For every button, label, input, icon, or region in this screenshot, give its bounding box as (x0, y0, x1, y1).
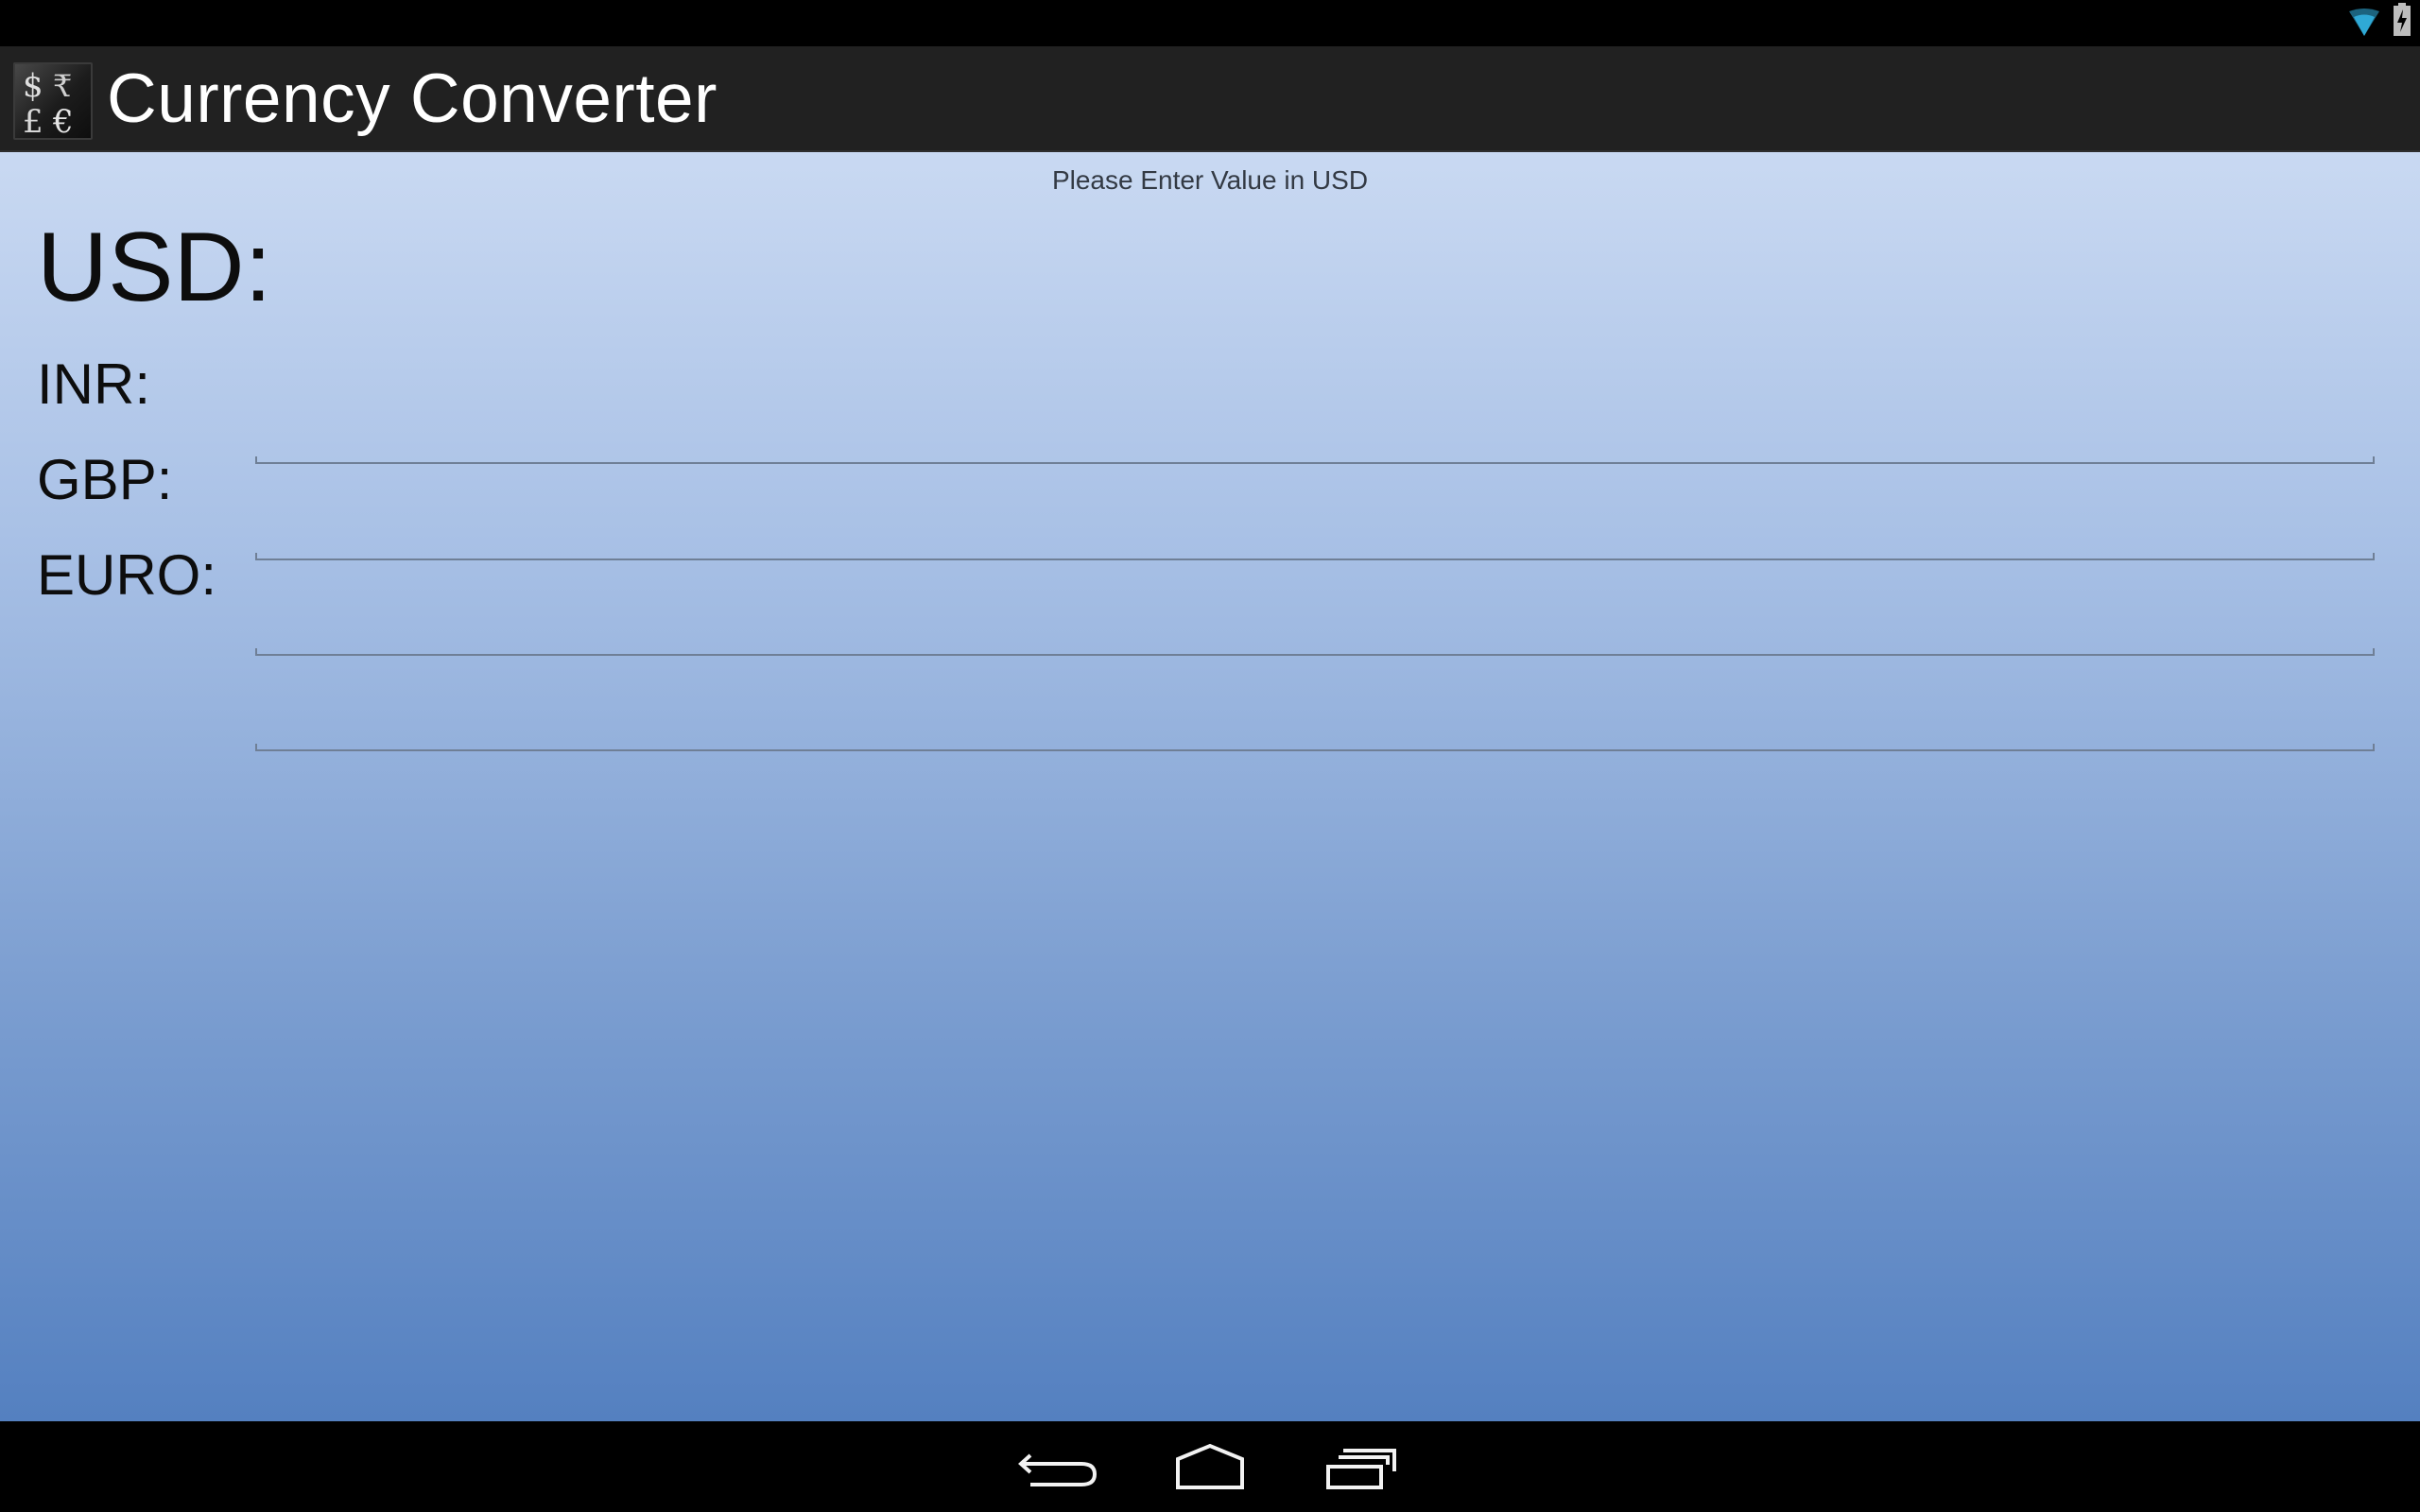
inr-output-field[interactable] (255, 492, 2375, 558)
usd-input[interactable] (255, 396, 2375, 462)
currency-symbols-icon[interactable]: $ ₹ £ € (13, 62, 93, 140)
inr-field-underline (255, 553, 2375, 560)
converter-panel: Please Enter Value in USD USD: INR: GBP:… (0, 152, 2420, 1421)
app-icon-glyph-pound: £ (23, 103, 43, 140)
device-screen: $ ₹ £ € Currency Converter Please Enter … (0, 0, 2420, 1512)
action-bar: $ ₹ £ € Currency Converter (0, 46, 2420, 152)
navigation-bar (0, 1421, 2420, 1512)
gbp-label: GBP: (37, 448, 173, 511)
recent-apps-icon (1311, 1438, 1415, 1495)
home-button[interactable] (1158, 1438, 1262, 1495)
wifi-icon (2348, 8, 2380, 38)
euro-output-field[interactable] (255, 683, 2375, 749)
usd-input-underline (255, 456, 2375, 464)
gbp-field-underline (255, 648, 2375, 656)
usd-label: USD: (37, 213, 272, 322)
instruction-text: Please Enter Value in USD (1051, 165, 1369, 195)
app-icon-glyph-rupee: ₹ (53, 68, 72, 104)
back-icon (1006, 1438, 1110, 1495)
recent-apps-button[interactable] (1311, 1438, 1415, 1495)
inr-label: INR: (37, 352, 150, 416)
app-icon-glyph-euro: € (52, 103, 74, 140)
euro-field-underline (255, 744, 2375, 751)
status-bar (0, 0, 2420, 46)
app-title: Currency Converter (107, 60, 717, 137)
back-button[interactable] (1006, 1438, 1110, 1495)
euro-label: EURO: (37, 543, 217, 607)
home-icon (1158, 1438, 1262, 1495)
gbp-output-field[interactable] (255, 588, 2375, 654)
battery-charging-icon (2393, 3, 2411, 37)
app-icon-glyph-dollar: $ (23, 67, 43, 105)
